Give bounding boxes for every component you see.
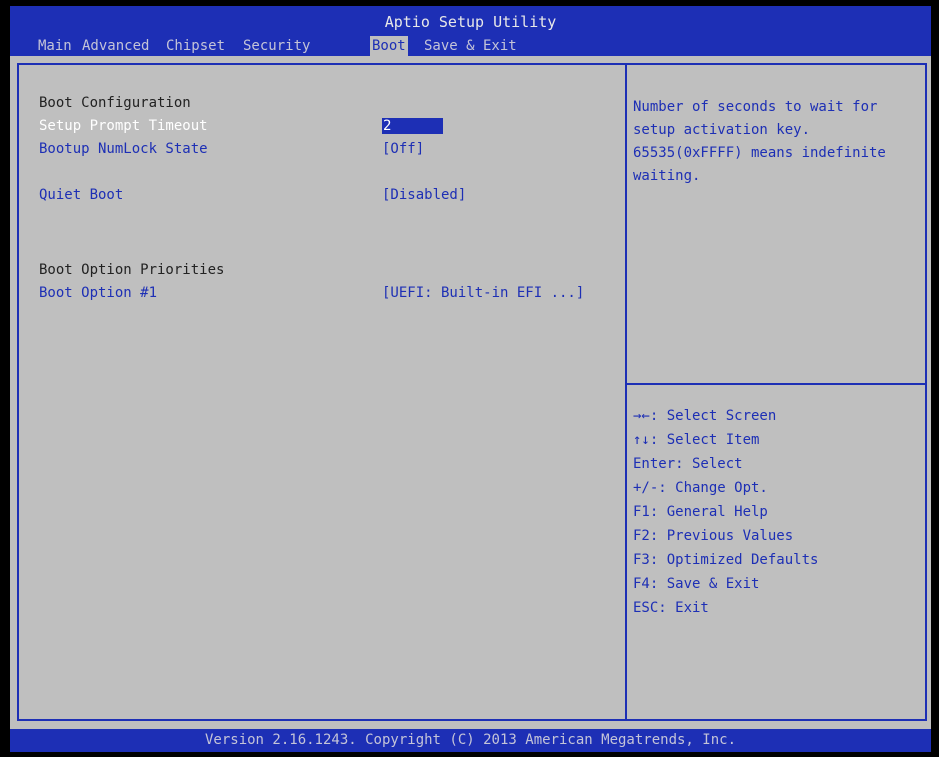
help-line: setup activation key. bbox=[633, 122, 811, 138]
key-select-screen: →←: Select Screen bbox=[633, 408, 777, 424]
boot-option-1-label[interactable]: Boot Option #1 bbox=[39, 285, 157, 301]
key-esc-exit: ESC: Exit bbox=[633, 600, 709, 616]
tab-advanced[interactable]: Advanced bbox=[80, 36, 151, 56]
boot-configuration-heading: Boot Configuration bbox=[39, 95, 191, 111]
key-change-opt: +/-: Change Opt. bbox=[633, 480, 768, 496]
key-previous-values: F2: Previous Values bbox=[633, 528, 794, 544]
bootup-numlock-state-label[interactable]: Bootup NumLock State bbox=[39, 141, 208, 157]
bios-screen: Aptio Setup Utility Main Advanced Chipse… bbox=[10, 6, 931, 752]
panel-divider-vertical bbox=[625, 65, 627, 719]
item-help-text: Number of seconds to wait for setup acti… bbox=[633, 96, 919, 188]
version-footer: Version 2.16.1243. Copyright (C) 2013 Am… bbox=[10, 729, 931, 752]
help-line: 65535(0xFFFF) means indefinite bbox=[633, 145, 886, 161]
help-line: Number of seconds to wait for bbox=[633, 99, 878, 115]
key-save-exit: F4: Save & Exit bbox=[633, 576, 760, 592]
tab-main[interactable]: Main bbox=[36, 36, 74, 56]
bootup-numlock-state-value[interactable]: [Off] bbox=[382, 141, 424, 157]
key-enter-select: Enter: Select bbox=[633, 456, 743, 472]
key-general-help: F1: General Help bbox=[633, 504, 768, 520]
setup-prompt-timeout-value[interactable]: 2 bbox=[382, 118, 443, 134]
header-bar: Aptio Setup Utility Main Advanced Chipse… bbox=[10, 6, 931, 56]
main-frame: Boot Configuration Setup Prompt Timeout … bbox=[17, 63, 927, 721]
help-line: waiting. bbox=[633, 168, 701, 184]
boot-option-1-value[interactable]: [UEFI: Built-in EFI ...] bbox=[382, 285, 584, 301]
tab-save-exit[interactable]: Save & Exit bbox=[422, 36, 519, 56]
quiet-boot-value[interactable]: [Disabled] bbox=[382, 187, 466, 203]
boot-option-priorities-heading: Boot Option Priorities bbox=[39, 262, 225, 278]
setup-prompt-timeout-label[interactable]: Setup Prompt Timeout bbox=[39, 118, 208, 134]
tab-security[interactable]: Security bbox=[241, 36, 312, 56]
tab-boot[interactable]: Boot bbox=[370, 36, 408, 56]
key-optimized-defaults: F3: Optimized Defaults bbox=[633, 552, 819, 568]
key-legend: →←: Select Screen ↑↓: Select Item Enter:… bbox=[633, 404, 818, 620]
utility-title: Aptio Setup Utility bbox=[384, 13, 557, 31]
panel-divider-horizontal bbox=[627, 383, 925, 385]
key-select-item: ↑↓: Select Item bbox=[633, 432, 760, 448]
tab-chipset[interactable]: Chipset bbox=[164, 36, 227, 56]
quiet-boot-label[interactable]: Quiet Boot bbox=[39, 187, 123, 203]
